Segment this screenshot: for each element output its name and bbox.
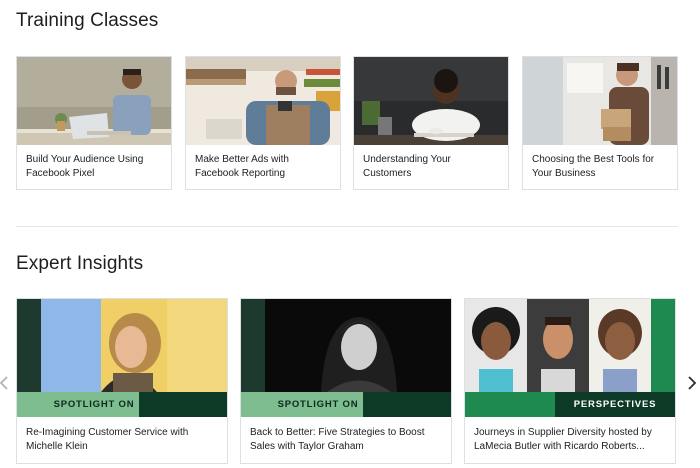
expert-card-caption: Re-Imagining Customer Service with Miche… <box>26 427 189 452</box>
training-card-reporting[interactable]: Make Better Ads with Facebook Reporting <box>185 56 341 190</box>
training-card-tools[interactable]: Choosing the Best Tools for Your Busines… <box>522 56 678 190</box>
expert-insights-heading: Expert Insights <box>16 253 144 274</box>
training-card-pixel[interactable]: Build Your Audience Using Facebook Pixel <box>16 56 172 190</box>
expert-card-supplier-diversity[interactable]: PERSPECTIVES Journeys in Supplier Divers… <box>464 298 676 464</box>
badge-bar: SPOTLIGHT ON <box>17 392 227 417</box>
expert-card-back-to-better[interactable]: SPOTLIGHT ON Back to Better: Five Strate… <box>240 298 452 464</box>
expert-card-customer-service[interactable]: SPOTLIGHT ON Re-Imagining Customer Servi… <box>16 298 228 464</box>
training-card-customers[interactable]: Understanding Your Customers <box>353 56 509 190</box>
training-classes-heading: Training Classes <box>16 10 159 31</box>
expert-card-caption: Back to Better: Five Strategies to Boost… <box>250 427 425 452</box>
section-divider <box>16 226 678 227</box>
expert-card-caption: Journeys in Supplier Diversity hosted by… <box>474 427 652 452</box>
woman-at-cafe-table-photo <box>354 57 508 145</box>
content-type-badge: SPOTLIGHT ON <box>277 399 359 410</box>
training-card-caption: Build Your Audience Using Facebook Pixel <box>26 154 144 179</box>
badge-bar: SPOTLIGHT ON <box>241 392 451 417</box>
chevron-left-icon[interactable] <box>0 376 8 394</box>
chevron-right-icon[interactable] <box>688 376 697 394</box>
badge-bar: PERSPECTIVES <box>465 392 675 417</box>
training-card-caption: Choosing the Best Tools for Your Busines… <box>532 154 655 179</box>
training-card-caption: Understanding Your Customers <box>363 154 451 179</box>
training-card-caption: Make Better Ads with Facebook Reporting <box>195 154 289 179</box>
man-with-laptop-photo <box>17 57 171 145</box>
content-type-badge: SPOTLIGHT ON <box>53 399 135 410</box>
woman-holding-boxes-photo <box>523 57 677 145</box>
shop-owner-with-phone-photo <box>186 57 340 145</box>
content-type-badge: PERSPECTIVES <box>573 399 657 410</box>
